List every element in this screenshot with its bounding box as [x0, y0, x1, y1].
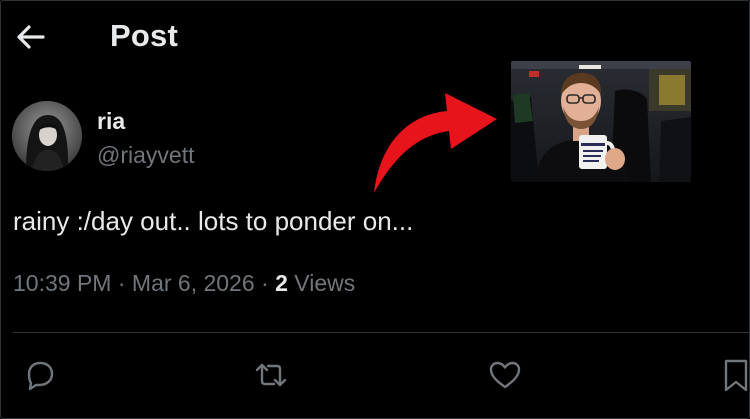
post-metadata: 10:39 PM · Mar 6, 2026 · 2 Views	[13, 270, 355, 297]
views-count: 2	[275, 270, 288, 296]
views-label: Views	[294, 270, 356, 296]
post-date[interactable]: Mar 6, 2026	[132, 270, 255, 296]
author-handle[interactable]: @riayvett	[97, 142, 194, 169]
red-arrow-icon	[374, 93, 497, 193]
meta-separator: ·	[261, 270, 269, 296]
avatar[interactable]	[12, 101, 82, 171]
repost-icon[interactable]	[253, 357, 289, 393]
post-text: rainy :/day out.. lots to ponder on...	[13, 206, 414, 236]
reply-icon[interactable]	[21, 357, 57, 393]
post-time[interactable]: 10:39 PM	[13, 270, 111, 296]
author-display-name[interactable]: ria	[97, 108, 125, 135]
divider	[13, 332, 750, 333]
like-icon[interactable]	[487, 357, 523, 393]
bookmark-icon[interactable]	[719, 357, 750, 393]
page-title: Post	[110, 18, 178, 53]
back-arrow-icon[interactable]	[14, 22, 46, 52]
reaction-photo	[511, 61, 691, 182]
meta-separator: ·	[117, 270, 126, 296]
